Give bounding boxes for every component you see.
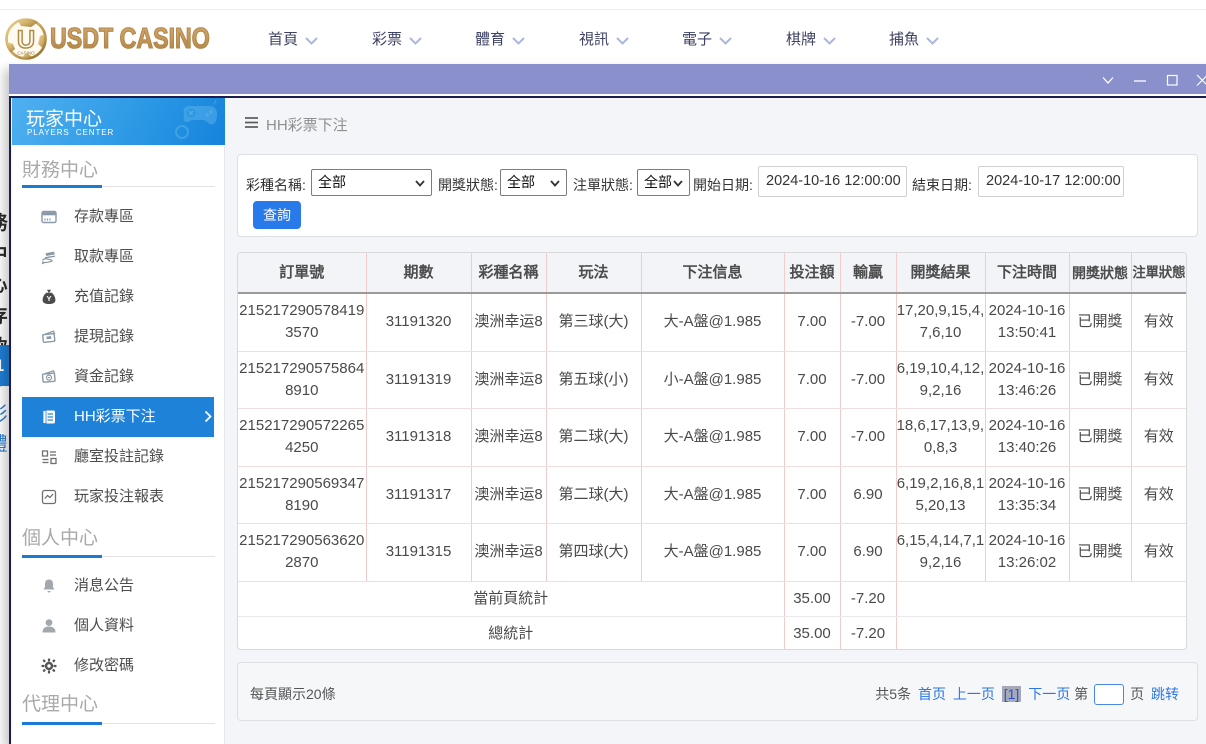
svg-text:Y: Y (46, 294, 51, 303)
svg-text:CASINO: CASINO (17, 51, 35, 56)
